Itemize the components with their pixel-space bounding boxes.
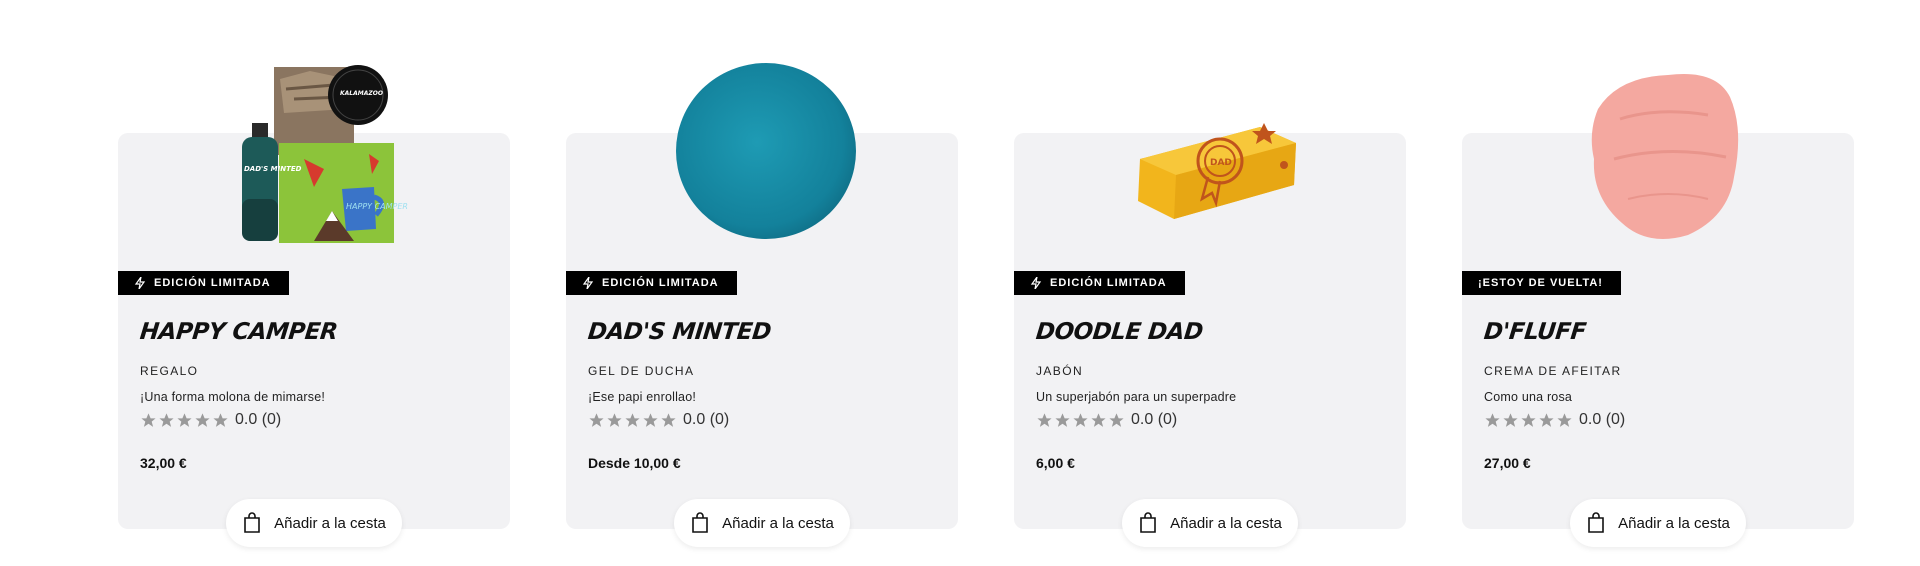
product-image[interactable]: DAD: [1014, 49, 1406, 249]
star-icon: [159, 412, 174, 427]
rating-value: 0.0 (0): [1579, 411, 1626, 428]
product-image[interactable]: [1462, 49, 1854, 249]
add-to-cart-label: Añadir a la cesta: [722, 514, 834, 532]
product-price: 6,00 €: [1036, 455, 1075, 471]
add-to-cart-label: Añadir a la cesta: [274, 514, 386, 532]
product-rating[interactable]: 0.0 (0): [1036, 411, 1177, 429]
product-grid: HAPPY CAMPER KALAMAZOO DAD'S MINTED EDIC…: [0, 0, 1920, 566]
product-category: GEL DE DUCHA: [588, 364, 695, 378]
product-price: 32,00 €: [140, 455, 187, 471]
star-icon: [643, 412, 658, 427]
svg-text:DAD'S MINTED: DAD'S MINTED: [244, 165, 302, 173]
product-card-doodle-dad[interactable]: DAD EDICIÓN LIMITADA DOODLE DAD JABÓN Un…: [1014, 123, 1406, 547]
add-to-cart-label: Añadir a la cesta: [1618, 514, 1730, 532]
star-icon: [213, 412, 228, 427]
svg-text:HAPPY CAMPER: HAPPY CAMPER: [346, 202, 408, 211]
product-title[interactable]: HAPPY CAMPER: [139, 319, 339, 345]
product-rating[interactable]: 0.0 (0): [588, 411, 729, 429]
star-icon: [661, 412, 676, 427]
product-tagline: Un superjabón para un superpadre: [1036, 390, 1237, 404]
star-icon: [1055, 412, 1070, 427]
svg-text:KALAMAZOO: KALAMAZOO: [340, 90, 383, 97]
badge-label: EDICIÓN LIMITADA: [602, 277, 719, 289]
add-to-cart-label: Añadir a la cesta: [1170, 514, 1282, 532]
lightning-icon: [1030, 277, 1042, 289]
product-price: Desde 10,00 €: [588, 455, 681, 471]
rating-value: 0.0 (0): [683, 411, 730, 428]
shopping-bag-icon: [1588, 512, 1604, 533]
rating-value: 0.0 (0): [235, 411, 282, 428]
limited-edition-badge: EDICIÓN LIMITADA: [1014, 271, 1185, 295]
product-image[interactable]: HAPPY CAMPER KALAMAZOO DAD'S MINTED: [118, 49, 510, 249]
star-icon: [1557, 412, 1572, 427]
product-tagline: ¡Una forma molona de mimarse!: [140, 390, 326, 404]
star-icon: [195, 412, 210, 427]
add-to-cart-button[interactable]: Añadir a la cesta: [1122, 499, 1298, 547]
product-category: CREMA DE AFEITAR: [1484, 364, 1622, 378]
badge-label: EDICIÓN LIMITADA: [154, 277, 271, 289]
add-to-cart-button[interactable]: Añadir a la cesta: [1570, 499, 1746, 547]
star-icon: [1521, 412, 1536, 427]
product-tagline: Como una rosa: [1484, 390, 1573, 404]
product-card-dfluff[interactable]: ¡ESTOY DE VUELTA! D'FLUFF CREMA DE AFEIT…: [1462, 73, 1854, 547]
badge-label: EDICIÓN LIMITADA: [1050, 277, 1167, 289]
limited-edition-badge: EDICIÓN LIMITADA: [118, 271, 289, 295]
gift-set-image: HAPPY CAMPER KALAMAZOO DAD'S MINTED: [242, 65, 408, 243]
product-category: JABÓN: [1036, 364, 1084, 378]
shaving-cream-image: [1591, 73, 1739, 239]
star-icon: [589, 412, 604, 427]
star-rating: [140, 412, 229, 429]
star-rating: [1484, 412, 1573, 429]
rating-value: 0.0 (0): [1131, 411, 1178, 428]
product-tagline: ¡Ese papi enrollao!: [588, 390, 697, 404]
shopping-bag-icon: [244, 512, 260, 533]
add-to-cart-button[interactable]: Añadir a la cesta: [674, 499, 850, 547]
product-category: REGALO: [140, 364, 199, 378]
star-icon: [1073, 412, 1088, 427]
star-icon: [1503, 412, 1518, 427]
shopping-bag-icon: [1140, 512, 1156, 533]
star-icon: [607, 412, 622, 427]
product-price: 27,00 €: [1484, 455, 1531, 471]
product-rating[interactable]: 0.0 (0): [140, 411, 281, 429]
product-image[interactable]: [566, 49, 958, 249]
star-icon: [1485, 412, 1500, 427]
star-icon: [1091, 412, 1106, 427]
star-rating: [1036, 412, 1125, 429]
product-card-happy-camper[interactable]: HAPPY CAMPER KALAMAZOO DAD'S MINTED EDIC…: [118, 65, 510, 547]
lightning-icon: [582, 277, 594, 289]
star-icon: [1037, 412, 1052, 427]
shopping-bag-icon: [692, 512, 708, 533]
soap-bar-image: DAD: [1138, 123, 1296, 219]
product-title[interactable]: DAD'S MINTED: [587, 319, 773, 345]
star-icon: [141, 412, 156, 427]
star-icon: [177, 412, 192, 427]
add-to-cart-button[interactable]: Añadir a la cesta: [226, 499, 402, 547]
product-title[interactable]: DOODLE DAD: [1035, 319, 1204, 345]
svg-text:DAD: DAD: [1210, 158, 1232, 168]
lightning-icon: [134, 277, 146, 289]
star-icon: [625, 412, 640, 427]
product-rating[interactable]: 0.0 (0): [1484, 411, 1625, 429]
star-icon: [1109, 412, 1124, 427]
product-title[interactable]: D'FLUFF: [1483, 319, 1588, 345]
star-rating: [588, 412, 677, 429]
shower-gel-image: [676, 63, 856, 239]
limited-edition-badge: EDICIÓN LIMITADA: [566, 271, 737, 295]
star-icon: [1539, 412, 1554, 427]
badge-label: ¡ESTOY DE VUELTA!: [1478, 277, 1603, 289]
product-card-dads-minted[interactable]: EDICIÓN LIMITADA DAD'S MINTED GEL DE DUC…: [566, 63, 958, 547]
back-in-stock-badge: ¡ESTOY DE VUELTA!: [1462, 271, 1621, 295]
